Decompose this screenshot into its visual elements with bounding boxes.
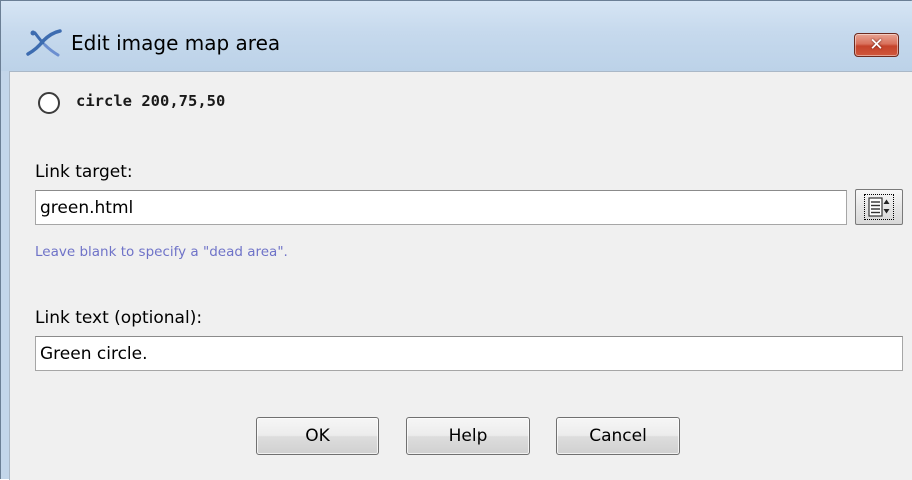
dialog-title: Edit image map area — [71, 31, 281, 55]
link-text-label: Link text (optional): — [35, 308, 203, 328]
app-icon — [26, 29, 62, 57]
area-shape-label: circle 200,75,50 — [76, 92, 226, 110]
cancel-button[interactable]: Cancel — [556, 417, 680, 455]
ok-button[interactable]: OK — [256, 417, 379, 455]
browse-focus-rect — [864, 194, 894, 220]
dialog-window: Edit image map area ✕ circle 200,75,50 L… — [0, 0, 912, 480]
area-radio-button[interactable] — [38, 92, 60, 114]
link-target-hint: Leave blank to specify a "dead area". — [35, 244, 288, 260]
list-chooser-icon — [868, 197, 890, 217]
close-button[interactable]: ✕ — [854, 33, 899, 57]
help-button[interactable]: Help — [406, 417, 530, 455]
close-icon: ✕ — [869, 35, 884, 55]
browse-link-button[interactable] — [855, 189, 903, 225]
link-target-label: Link target: — [35, 162, 133, 182]
link-text-input[interactable] — [35, 336, 903, 371]
dialog-body: circle 200,75,50 Link target: Leave blan… — [9, 71, 912, 480]
link-target-input[interactable] — [35, 190, 847, 225]
title-bar[interactable]: Edit image map area ✕ — [1, 1, 912, 71]
